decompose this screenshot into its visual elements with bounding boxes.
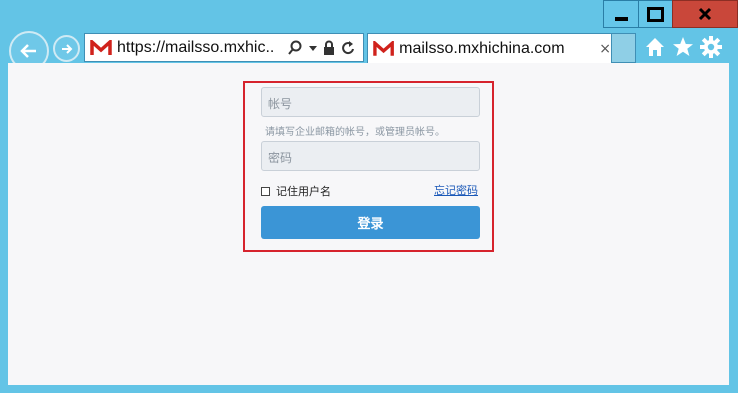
new-tab-button[interactable]: [612, 33, 636, 63]
tab-title: mailsso.mxhichina.com: [399, 39, 565, 57]
forgot-password-link[interactable]: 忘记密码: [434, 182, 478, 198]
maximize-icon: [647, 6, 664, 22]
page-content: 帐号 请填写企业邮箱的帐号，或管理员帐号。 密码 记住用户名 忘记密码 登录: [8, 63, 729, 385]
account-input[interactable]: 帐号: [261, 87, 480, 117]
maximize-button[interactable]: [638, 0, 673, 28]
favorites-star-icon[interactable]: [672, 36, 694, 58]
address-bar[interactable]: https://mailsso.mxhic...: [84, 33, 364, 62]
search-icon[interactable]: [287, 40, 303, 56]
home-icon[interactable]: [644, 36, 666, 58]
minimize-icon: [614, 17, 628, 21]
dropdown-arrow-icon[interactable]: [309, 44, 317, 52]
lock-icon[interactable]: [323, 40, 335, 56]
account-hint: 请填写企业邮箱的帐号，或管理员帐号。: [265, 127, 445, 138]
remember-username[interactable]: 记住用户名: [261, 183, 331, 199]
remember-label: 记住用户名: [276, 185, 331, 198]
password-input[interactable]: 密码: [261, 141, 480, 171]
close-window-button[interactable]: [672, 0, 738, 28]
settings-gear-icon[interactable]: [700, 36, 722, 58]
forward-button[interactable]: [53, 35, 80, 62]
back-arrow-icon: [20, 44, 36, 58]
forward-arrow-icon: [61, 43, 72, 54]
remember-checkbox[interactable]: [261, 186, 270, 196]
login-form: 帐号 请填写企业邮箱的帐号，或管理员帐号。 密码 记住用户名 忘记密码 登录: [243, 81, 494, 252]
close-icon: [698, 7, 712, 21]
browser-tab[interactable]: mailsso.mxhichina.com ×: [367, 33, 612, 63]
address-url: https://mailsso.mxhic...: [117, 38, 275, 56]
mail-favicon-icon: [90, 39, 112, 55]
refresh-icon[interactable]: [341, 40, 356, 56]
tab-close-button[interactable]: ×: [599, 41, 611, 57]
mail-favicon-icon: [373, 40, 394, 56]
login-button[interactable]: 登录: [261, 206, 480, 239]
minimize-button[interactable]: [603, 0, 639, 28]
